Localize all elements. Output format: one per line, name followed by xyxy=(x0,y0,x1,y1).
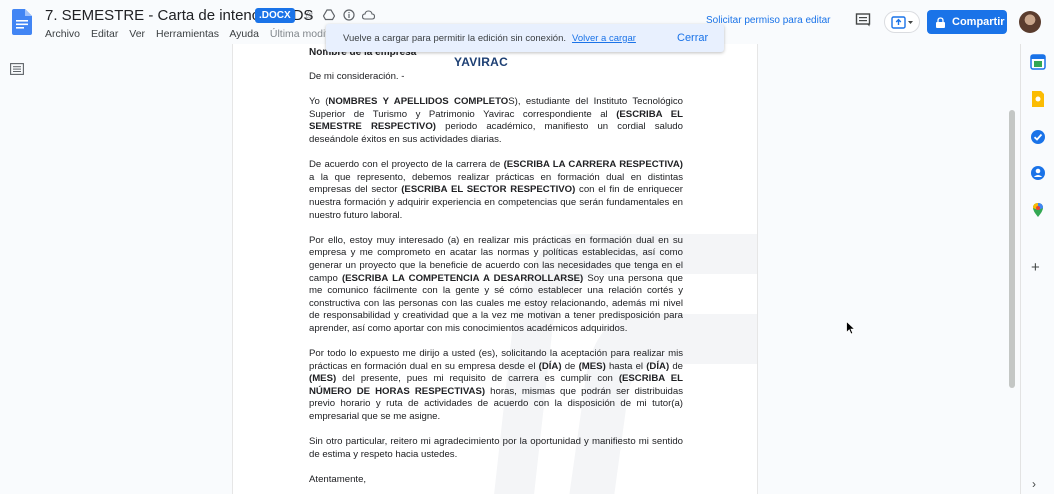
chevron-right-icon[interactable]: › xyxy=(1032,476,1048,492)
menu-editar[interactable]: Editar xyxy=(91,28,118,40)
document-page[interactable]: Nombre de la empresa YAVIRAC De mi consi… xyxy=(232,44,758,494)
calendar-icon[interactable] xyxy=(1030,54,1046,70)
offline-banner: Vuelve a cargar para permitir la edición… xyxy=(326,24,724,52)
star-icon[interactable]: ☆ xyxy=(303,8,314,22)
banner-message: Vuelve a cargar para permitir la edición… xyxy=(343,32,567,44)
reload-link[interactable]: Volver a cargar xyxy=(572,33,636,44)
menu-archivo[interactable]: Archivo xyxy=(45,28,80,40)
mouse-cursor-icon xyxy=(846,321,856,335)
menu-herramientas[interactable]: Herramientas xyxy=(156,28,219,40)
request-edit-permission-button[interactable]: Solicitar permiso para editar xyxy=(706,15,831,26)
docs-logo-icon[interactable] xyxy=(12,9,32,35)
present-button[interactable] xyxy=(884,11,920,33)
menu-ver[interactable]: Ver xyxy=(129,28,145,40)
contacts-icon[interactable] xyxy=(1030,165,1046,181)
present-icon xyxy=(891,16,913,29)
file-type-badge: .DOCX xyxy=(255,8,295,23)
yavirac-logo: YAVIRAC xyxy=(454,55,509,69)
paragraph-3: Por ello, estoy muy interesado (a) en re… xyxy=(309,234,683,334)
drive-icon[interactable] xyxy=(323,9,335,21)
keep-icon[interactable] xyxy=(1030,91,1046,107)
info-icon[interactable] xyxy=(343,9,355,21)
share-label: Compartir xyxy=(952,16,1005,28)
maps-icon[interactable] xyxy=(1030,202,1046,218)
menu-ayuda[interactable]: Ayuda xyxy=(229,28,259,40)
salutation: De mi consideración. - xyxy=(309,71,405,82)
menu-bar: Archivo Editar Ver Herramientas Ayuda Úl… xyxy=(45,28,363,40)
document-outline-icon[interactable] xyxy=(10,63,24,75)
letter-body: De mi consideración. - Yo (NOMBRES Y APE… xyxy=(309,71,683,494)
paragraph-1: Yo (NOMBRES Y APELLIDOS COMPLETOS), estu… xyxy=(309,96,684,145)
scrollbar-thumb[interactable] xyxy=(1009,110,1015,388)
paragraph-5: Sin otro particular, reitero mi agradeci… xyxy=(309,436,683,460)
tasks-icon[interactable] xyxy=(1030,129,1046,145)
comments-icon[interactable] xyxy=(855,12,871,28)
share-button[interactable]: Compartir xyxy=(927,10,1007,34)
cloud-status-icon[interactable] xyxy=(362,9,375,21)
side-panel: + › xyxy=(1020,44,1054,494)
avatar[interactable] xyxy=(1019,11,1041,33)
banner-close-button[interactable]: Cerrar xyxy=(677,32,708,44)
add-addon-icon[interactable]: + xyxy=(1031,260,1047,276)
lock-icon xyxy=(936,16,945,28)
paragraph-4: Por todo lo expuesto me dirijo a usted (… xyxy=(309,348,684,423)
paragraph-2: De acuerdo con el proyecto de la carrera… xyxy=(309,159,684,221)
closing: Atentamente, xyxy=(309,474,367,485)
